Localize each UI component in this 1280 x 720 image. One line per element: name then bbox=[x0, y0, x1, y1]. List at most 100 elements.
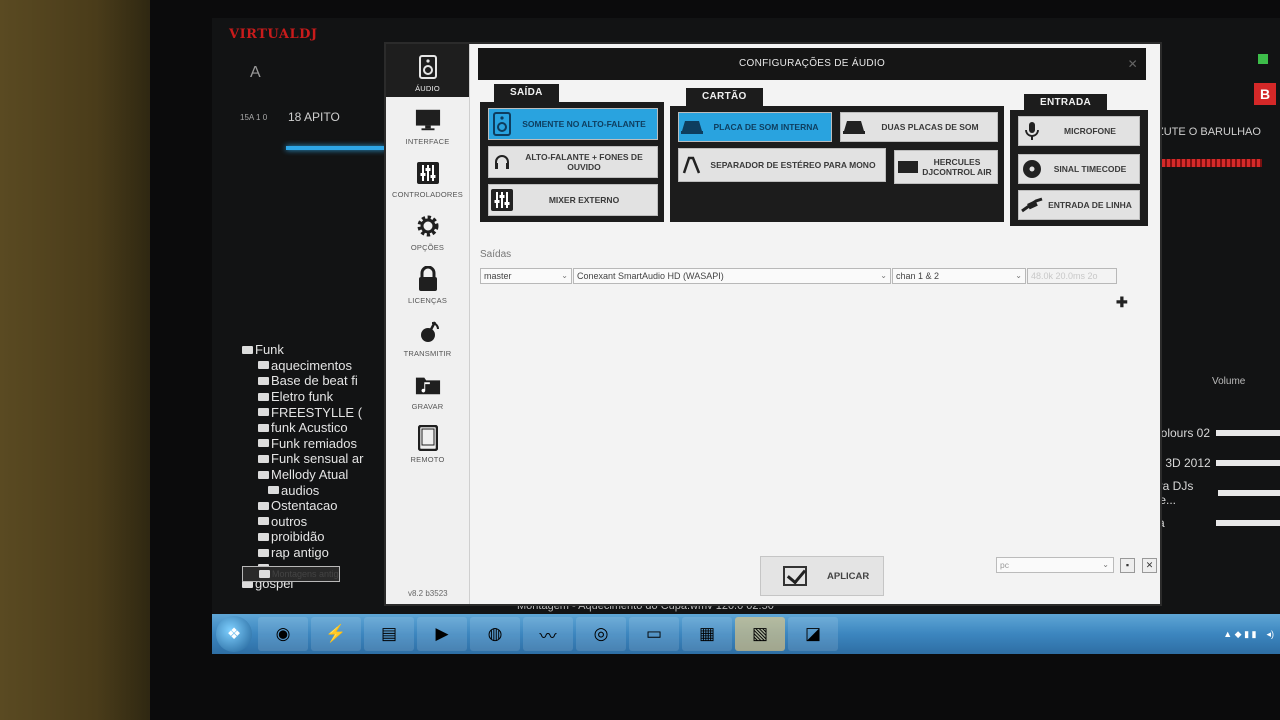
speaker-icon[interactable]: ◂) bbox=[1266, 629, 1274, 640]
nav-item-remoto[interactable]: REMOTO bbox=[386, 415, 469, 468]
nav-item-interface[interactable]: INTERFACE bbox=[386, 97, 469, 150]
folder-icon bbox=[242, 345, 253, 354]
folder-label: aquecimentos bbox=[271, 357, 352, 373]
volume-bar bbox=[1216, 520, 1280, 526]
record-folder-icon bbox=[415, 372, 441, 398]
deck-key: 15A 1 0 bbox=[240, 113, 268, 122]
output-device-select[interactable]: Conexant SmartAudio HD (WASAPI) ⌄ bbox=[573, 268, 891, 284]
volume-label: Volume bbox=[1212, 376, 1246, 387]
headphones-icon bbox=[489, 154, 515, 170]
app-logo: VIRTUALDJ bbox=[229, 27, 318, 42]
output-channel-select[interactable]: master ⌄ bbox=[480, 268, 572, 284]
taskbar-app-explorer[interactable]: ▤ bbox=[364, 617, 414, 651]
line-in-icon bbox=[1019, 197, 1045, 213]
entrada-option-button[interactable]: MICROFONE bbox=[1018, 116, 1140, 146]
option-label: DUAS PLACAS DE SOM bbox=[881, 122, 979, 132]
folder-item[interactable]: outros bbox=[242, 514, 392, 530]
deck-b-badge[interactable]: B bbox=[1254, 83, 1276, 105]
track-row[interactable]: ca bbox=[1152, 508, 1280, 538]
cartao-option-button[interactable]: HERCULES DJCONTROL AIR bbox=[894, 150, 998, 184]
taskbar-app-audio[interactable]: 〰 bbox=[523, 617, 573, 651]
folder-item[interactable]: Mellody Atual bbox=[242, 467, 392, 483]
folder-icon bbox=[259, 570, 270, 578]
cartao-option-button[interactable]: PLACA DE SOM INTERNA bbox=[678, 112, 832, 142]
nav-item-licenças[interactable]: LICENÇAS bbox=[386, 256, 469, 309]
taskbar-app-camera[interactable]: ◉ bbox=[258, 617, 308, 651]
folder-item[interactable]: audios bbox=[242, 482, 392, 498]
output-chan-select[interactable]: chan 1 & 2 ⌄ bbox=[892, 268, 1026, 284]
folder-label: audios bbox=[281, 482, 320, 498]
deck-left-title: 18 APITO bbox=[288, 110, 340, 124]
deck-letter[interactable]: A bbox=[250, 64, 261, 82]
settings-nav: ÁUDIO INTERFACE CONTROLADORES OPÇÕES LICENÇA… bbox=[386, 44, 470, 604]
folder-icon bbox=[258, 392, 269, 401]
track-row[interactable]: M 3D 2012 bbox=[1152, 448, 1280, 478]
folder-label: Eletro funk bbox=[271, 389, 334, 405]
saida-option-button[interactable]: MIXER EXTERNO bbox=[488, 184, 658, 216]
add-output-button[interactable]: ✚ bbox=[1116, 294, 1128, 311]
taskbar-app-chrome[interactable]: ◎ bbox=[576, 617, 626, 651]
folder-item[interactable]: aquecimentos bbox=[242, 358, 392, 374]
folder-item[interactable]: Funk bbox=[242, 342, 392, 358]
taskbar-app-player[interactable]: ▶ bbox=[417, 617, 467, 651]
saida-option-button[interactable]: ALTO-FALANTE + FONES DE OUVIDO bbox=[488, 146, 658, 178]
option-label: SEPARADOR DE ESTÉREO PARA MONO bbox=[710, 160, 876, 170]
folder-item[interactable]: rap antigo bbox=[242, 545, 392, 561]
folder-item[interactable]: Funk sensual ar bbox=[242, 451, 392, 467]
folder-item[interactable]: Montagens antig bbox=[242, 566, 340, 582]
track-row[interactable]: Colours 02 bbox=[1152, 418, 1280, 448]
save-preset-icon[interactable]: ▪ bbox=[1120, 558, 1135, 573]
taskbar-app-folder[interactable]: ▭ bbox=[629, 617, 679, 651]
volume-bar bbox=[1216, 460, 1280, 466]
deck-left-waveform[interactable] bbox=[286, 146, 386, 150]
taskbar-app-globe[interactable]: ◍ bbox=[470, 617, 520, 651]
nav-item-opções[interactable]: OPÇÕES bbox=[386, 203, 469, 256]
taskbar-app-files[interactable]: ▧ bbox=[735, 617, 785, 651]
output-format-field[interactable]: 48.0k 20.0ms 2o bbox=[1027, 268, 1117, 284]
taskbar-app-flash[interactable]: ⚡ bbox=[311, 617, 361, 651]
folder-item[interactable]: FREESTYLLE ( bbox=[242, 404, 392, 420]
taskbar: ❖ ◉ ⚡ ▤ ▶ ◍ 〰 ◎ ▭ ▦ ▧ ◪ ▲ ◆ ▮ ▮ ◂) bbox=[212, 614, 1280, 654]
audio-settings-dialog: ÁUDIO INTERFACE CONTROLADORES OPÇÕES LICENÇA… bbox=[384, 42, 1162, 606]
option-label: SOMENTE NO ALTO-FALANTE bbox=[522, 119, 646, 129]
folder-label: outros bbox=[271, 513, 308, 529]
cartao-option-button[interactable]: SEPARADOR DE ESTÉREO PARA MONO bbox=[678, 148, 886, 182]
taskbar-app-paint[interactable]: ◪ bbox=[788, 617, 838, 651]
splitter-icon bbox=[679, 156, 705, 174]
folder-icon bbox=[258, 454, 269, 463]
entrada-option-button[interactable]: SINAL TIMECODE bbox=[1018, 154, 1140, 184]
delete-preset-icon[interactable]: ✕ bbox=[1142, 558, 1157, 573]
speaker-icon bbox=[489, 112, 515, 136]
lock-icon bbox=[415, 266, 441, 292]
saida-option-button[interactable]: SOMENTE NO ALTO-FALANTE bbox=[488, 108, 658, 140]
nav-item-transmitir[interactable]: TRANSMITIR bbox=[386, 309, 469, 362]
folder-label: Mellody Atual bbox=[271, 467, 349, 483]
nav-label: LICENÇAS bbox=[407, 296, 448, 305]
track-row[interactable]: ara DJs Fe... bbox=[1152, 478, 1280, 508]
folder-item[interactable]: Ostentacao bbox=[242, 498, 392, 514]
preset-select[interactable]: pc ⌄ bbox=[996, 557, 1114, 573]
close-icon[interactable]: ✕ bbox=[1128, 48, 1138, 80]
option-label: MIXER EXTERNO bbox=[548, 195, 620, 205]
folder-item[interactable]: funk Acustico bbox=[242, 420, 392, 436]
deck-right-waveform[interactable] bbox=[1152, 159, 1262, 167]
folder-item[interactable]: Funk remiados bbox=[242, 436, 392, 452]
nav-item-controladores[interactable]: CONTROLADORES bbox=[386, 150, 469, 203]
cartao-option-button[interactable]: DUAS PLACAS DE SOM bbox=[840, 112, 998, 142]
nav-item-gravar[interactable]: GRAVAR bbox=[386, 362, 469, 415]
dialog-title-text: CONFIGURAÇÕES DE ÁUDIO bbox=[738, 58, 886, 69]
folder-item[interactable]: proibidão bbox=[242, 529, 392, 545]
apply-button[interactable]: APLICAR bbox=[760, 556, 884, 596]
nav-label: REMOTO bbox=[410, 455, 445, 464]
folder-item[interactable]: Base de beat fi bbox=[242, 373, 392, 389]
start-button[interactable]: ❖ bbox=[216, 616, 252, 652]
apply-label: APLICAR bbox=[827, 570, 870, 582]
folder-label: proibidão bbox=[271, 529, 325, 545]
taskbar-app-control[interactable]: ▦ bbox=[682, 617, 732, 651]
entrada-option-button[interactable]: ENTRADA DE LINHA bbox=[1018, 190, 1140, 220]
soundcard-icon bbox=[841, 119, 867, 135]
nav-label: TRANSMITIR bbox=[403, 349, 452, 358]
folder-item[interactable]: Eletro funk bbox=[242, 389, 392, 405]
nav-item-áudio[interactable]: ÁUDIO bbox=[386, 44, 469, 97]
tray-icons[interactable]: ▲ ◆ ▮ ▮ bbox=[1223, 629, 1256, 640]
